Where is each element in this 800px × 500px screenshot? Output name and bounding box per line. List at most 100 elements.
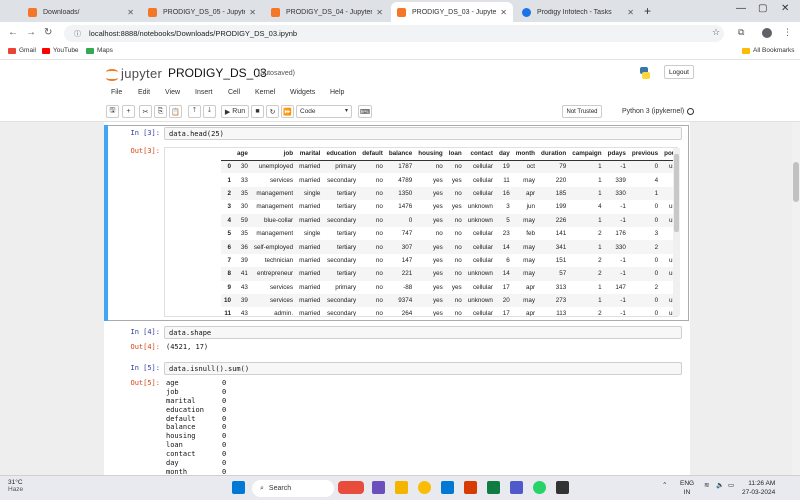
code-cell-3[interactable]: In [3]: data.head(25) Out[3]: age job mari… [104, 125, 690, 321]
code-input[interactable]: data.isnull().sum() [164, 362, 682, 375]
forward-icon[interactable]: → [26, 27, 36, 38]
output-prompt: Out[5]: [130, 379, 160, 387]
powerpoint-icon[interactable] [464, 481, 477, 494]
close-icon[interactable]: ✕ [627, 8, 634, 17]
tab-prodigy-infotech[interactable]: Prodigy Infotech - Tasks ✕ [516, 2, 640, 22]
close-icon[interactable]: ✕ [500, 8, 507, 17]
system-clock[interactable]: 11:26 AM 27-03-2024 [742, 479, 775, 497]
table-cell: oct [512, 160, 539, 174]
tab-prodigy-ds-03[interactable]: PRODIGY_DS_03 - Jupyter Notebook ✕ [391, 2, 513, 22]
table-cell: -1 [604, 213, 629, 227]
menu-help[interactable]: Help [330, 89, 344, 96]
chrome-icon[interactable] [418, 481, 431, 494]
cell-type-select[interactable]: Code ▾ [296, 105, 352, 118]
cut-button[interactable]: ✂ [139, 105, 152, 118]
gmail-icon [8, 47, 16, 54]
close-icon[interactable]: ✕ [127, 8, 134, 17]
extensions-icon[interactable]: ⧉ [738, 27, 744, 38]
windows-start-icon[interactable] [232, 481, 245, 494]
battery-icon[interactable]: ▭ [728, 481, 734, 489]
move-up-button[interactable]: 🡑 [188, 105, 201, 118]
whatsapp-icon[interactable] [533, 481, 546, 494]
kernel-name[interactable]: Python 3 (ipykernel) [622, 108, 684, 115]
table-cell: yes [451, 203, 462, 211]
terminal-icon[interactable] [556, 481, 569, 494]
menu-view[interactable]: View [165, 89, 180, 96]
maximize-icon[interactable]: ▢ [758, 3, 767, 14]
menu-widgets[interactable]: Widgets [290, 89, 315, 96]
page-scrollbar[interactable] [792, 122, 800, 475]
interrupt-button[interactable]: ■ [251, 105, 264, 118]
code-input[interactable]: data.head(25) [164, 127, 682, 140]
window-close-icon[interactable]: ✕ [781, 3, 789, 14]
logout-button[interactable]: Logout [664, 65, 694, 79]
jupyter-logo[interactable]: jupyter [106, 66, 162, 81]
menu-edit[interactable]: Edit [138, 89, 150, 96]
bookmark-star-icon[interactable]: ☆ [712, 27, 720, 38]
site-info-icon[interactable]: ⓘ [74, 29, 81, 39]
table-cell: may [512, 240, 539, 254]
language-indicator[interactable]: ENG IN [680, 479, 694, 497]
bookmark-maps[interactable]: Maps [86, 47, 113, 54]
youtube-icon [42, 47, 50, 54]
teams-icon[interactable] [510, 481, 523, 494]
code-cell-4[interactable]: In [4]: data.shape Out[4]: (4521, 17) [104, 324, 690, 356]
tray-chevron-icon[interactable]: ⌃ [662, 481, 667, 489]
output-scrollbar[interactable] [673, 148, 680, 316]
back-icon[interactable]: ← [8, 27, 18, 38]
excel-icon[interactable] [487, 481, 500, 494]
new-tab-icon[interactable]: + [644, 4, 651, 18]
taskbar-search[interactable]: ⌕ Search [252, 480, 334, 497]
table-cell: yes [415, 186, 446, 201]
tab-prodigy-ds-04[interactable]: PRODIGY_DS_04 - Jupyter Notebook ✕ [265, 2, 389, 22]
paste-button[interactable]: 📋 [169, 105, 182, 118]
command-palette-button[interactable]: ⌨ [358, 105, 372, 118]
restart-button[interactable]: ↻ [266, 105, 279, 118]
close-icon[interactable]: ✕ [376, 8, 383, 17]
insert-cell-button[interactable]: + [122, 105, 135, 118]
code-input[interactable]: data.shape [164, 326, 682, 339]
url-bar[interactable]: ⓘ localhost:8888/notebooks/Downloads/PRO… [64, 25, 724, 42]
restart-run-all-button[interactable]: ⏩ [281, 105, 294, 118]
save-button[interactable]: 🖫 [106, 105, 119, 118]
scrollbar-thumb[interactable] [793, 162, 799, 202]
profile-avatar[interactable] [762, 28, 772, 38]
table-cell: 0 [628, 160, 662, 174]
copy-button[interactable]: ⎘ [154, 105, 167, 118]
move-down-button[interactable]: 🡓 [203, 105, 216, 118]
table-cell: 2 [598, 310, 602, 317]
volume-icon[interactable]: 🔈 [716, 481, 724, 489]
table-cell: 4 [654, 176, 659, 184]
menu-file[interactable]: File [111, 89, 122, 96]
file-explorer-icon[interactable] [395, 481, 408, 494]
run-button[interactable]: ▶ Run [221, 105, 249, 118]
reload-icon[interactable]: ↻ [44, 27, 52, 38]
wifi-icon[interactable]: ≋ [704, 481, 709, 489]
tab-downloads[interactable]: Downloads/ ✕ [22, 2, 140, 22]
paste-icon: 📋 [171, 108, 180, 116]
notebook-name[interactable]: PRODIGY_DS_03 [168, 66, 267, 80]
menu-kebab-icon[interactable]: ⋮ [783, 27, 792, 38]
bookmark-youtube[interactable]: YouTube [42, 47, 79, 54]
table-cell: secondary [327, 176, 357, 184]
column-header: loan [445, 148, 465, 161]
code-cell-5[interactable]: In [5]: data.isnull().sum() Out[5]: age 0… [104, 360, 690, 475]
weather-widget[interactable]: 31°C Haze [8, 479, 23, 493]
app-icon[interactable] [372, 481, 385, 494]
bookmark-gmail[interactable]: Gmail [8, 47, 36, 54]
table-cell: -1 [620, 203, 626, 211]
menu-cell[interactable]: Cell [228, 89, 240, 96]
menu-insert[interactable]: Insert [195, 89, 213, 96]
menu-kernel[interactable]: Kernel [255, 89, 275, 96]
trusted-button[interactable]: Not Trusted [562, 105, 602, 118]
row-index: 9 [227, 283, 232, 291]
scrollbar-thumb[interactable] [674, 154, 679, 232]
close-icon[interactable]: ✕ [249, 8, 256, 17]
minimize-icon[interactable]: — [736, 3, 746, 14]
widget-icon[interactable] [338, 481, 364, 494]
table-cell: 17 [502, 283, 510, 291]
tab-prodigy-ds-05[interactable]: PRODIGY_DS_05 - Jupyter Notebook ✕ [142, 2, 262, 22]
edge-icon[interactable] [441, 481, 454, 494]
table-cell: yes [415, 267, 446, 281]
all-bookmarks[interactable]: All Bookmarks [742, 47, 795, 54]
